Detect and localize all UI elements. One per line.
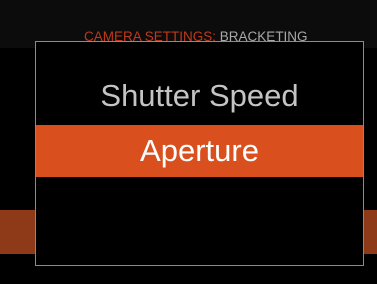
option-aperture[interactable]: Aperture [36,125,363,177]
option-aperture-label: Aperture [140,133,259,168]
option-shutter-speed[interactable]: Shutter Speed [36,70,363,122]
camera-screen: CAMERA SETTINGS: BRACKETING Shutter Spee… [0,0,377,284]
bracketing-option-dialog: Shutter Speed Aperture [35,41,364,266]
option-shutter-speed-label: Shutter Speed [100,78,299,113]
